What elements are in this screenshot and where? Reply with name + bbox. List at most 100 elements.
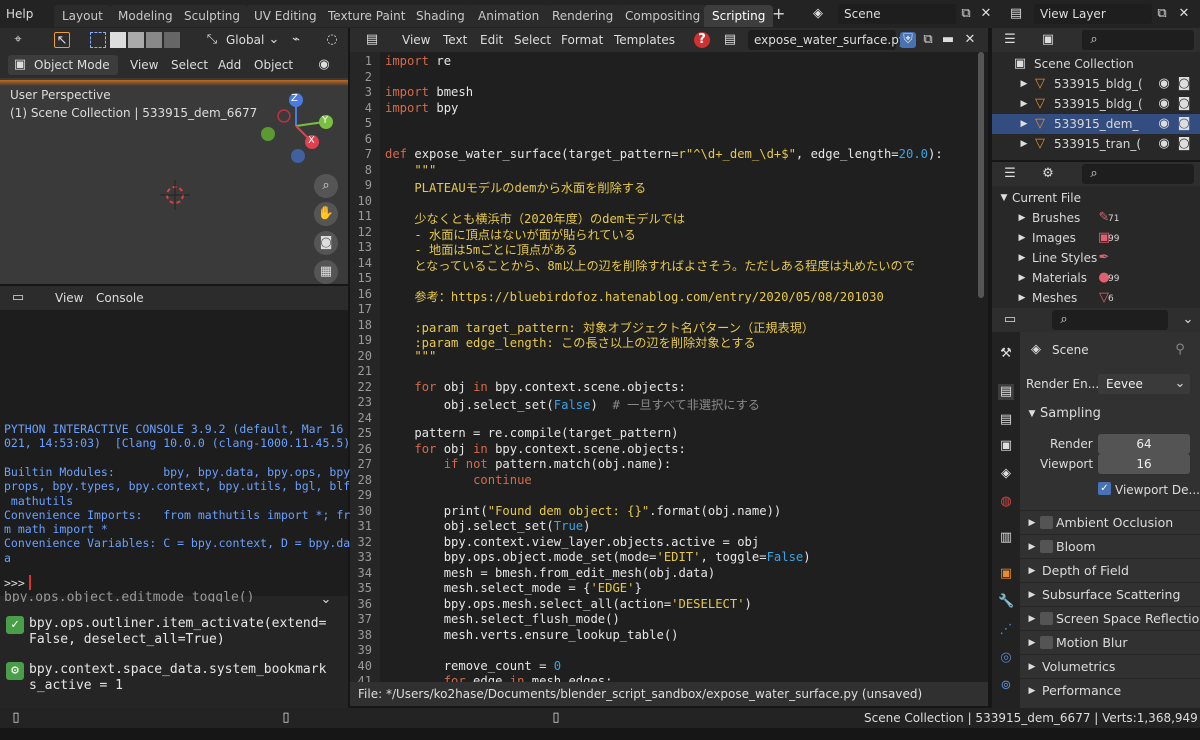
eye-icon[interactable]: ◉ [1156,116,1172,132]
console-menu-view[interactable]: View [55,288,83,308]
tab-compositing[interactable]: Compositing [617,5,709,27]
zoom-icon[interactable]: ⌕ [314,174,338,198]
checkbox-icon[interactable] [1040,612,1053,625]
select-mode-icon[interactable] [146,32,162,48]
editor-scrollbar[interactable] [978,52,984,298]
camera-icon[interactable]: ◙ [1176,116,1192,132]
chevron-down-icon[interactable]: ⌄ [1180,312,1196,328]
tab-scripting[interactable]: Scripting [704,5,774,27]
view-layer-selector[interactable]: View Layer [1034,4,1152,24]
text-datablock-name[interactable]: expose_water_surface.py [748,30,906,50]
outliner-item[interactable]: ▶ ▽ 533915_dem_ ◉ ◙ [992,114,1200,134]
text-datablock-icon[interactable]: ▤ [722,32,738,48]
python-console[interactable]: PYTHON INTERACTIVE CONSOLE 3.9.2 (defaul… [0,310,357,596]
outliner-editor-icon[interactable]: ☰ [1002,166,1018,182]
outliner[interactable]: ▣ Scene Collection ▶ ▽ 533915_bldg_(◉ ◙ ▶ ▽ 53… [992,52,1200,160]
panel-ambient-occlusion[interactable]: ▶ Ambient Occlusion [1020,510,1200,534]
proportional-edit-icon[interactable]: ◌ [324,32,340,48]
editor-menu-templates[interactable]: Templates [614,30,675,50]
info-entry[interactable]: ✓ bpy.ops.outliner.item_activate(extend=… [6,614,344,654]
console-editor-icon[interactable]: ▭ [10,290,26,306]
tab-modeling[interactable]: Modeling [110,5,181,27]
select-tool-icon[interactable]: ↖ [54,32,70,48]
checkbox-checked-icon[interactable]: ✓ [1098,482,1111,495]
world-icon[interactable]: ◍ [998,494,1014,510]
chevron-down-icon[interactable]: ⌄ [318,592,334,608]
properties-editor[interactable]: ▭ ⌕ ⌄ ⚒ ▤ ▤ ▣ ◈ ◍ ▥ ▣ 🔧 ⋰ ◎ ⊚ ◈ Scene ⚲ … [992,308,1200,708]
outliner-item[interactable]: ▶ ▽ 533915_bldg_(◉ ◙ [992,94,1200,114]
sampling-panel-header[interactable]: ▼ Sampling [1020,402,1200,426]
new-scene-icon[interactable]: ⧉ [958,6,974,22]
expand-icon[interactable]: ▶ [1014,210,1030,226]
scene-icon[interactable]: ◈ [810,6,826,22]
panel-subsurface-scattering[interactable]: ▶ Subsurface Scattering [1020,582,1200,606]
transform-orientation[interactable]: Global [226,30,264,50]
menu-view[interactable]: View [130,55,158,75]
display-mode-icon[interactable]: ▣ [1040,32,1056,48]
expand-icon[interactable]: ▶ [1016,96,1032,112]
navigation-gizmo[interactable]: Z Y X [258,90,338,170]
select-mode-icon[interactable] [128,32,144,48]
expand-icon[interactable]: ▼ [996,190,1012,206]
fake-user-icon[interactable]: ⛨ [900,32,916,48]
info-entry[interactable]: ⚙ bpy.context.space_data.system_bookmark… [6,660,344,700]
panel-bloom[interactable]: ▶ Bloom [1020,534,1200,558]
menu-add[interactable]: Add [218,55,241,75]
camera-icon[interactable]: ◙ [1176,136,1192,152]
blendfile-item[interactable]: ▶ Materials ● 99 [992,268,1200,288]
tab-sculpting[interactable]: Sculpting [176,5,249,27]
editor-menu-edit[interactable]: Edit [480,30,503,50]
camera-icon[interactable]: ◙ [1176,96,1192,112]
panel-motion-blur[interactable]: ▶ Motion Blur [1020,630,1200,654]
expand-icon[interactable]: ▶ [1016,136,1032,152]
particles-icon[interactable]: ⋰ [998,622,1014,638]
blendfile-item[interactable]: ▶ Images ▣ 99 [992,228,1200,248]
expand-icon[interactable]: ▶ [1016,76,1032,92]
scene-icon[interactable]: ◈ [998,466,1014,482]
tab-animation[interactable]: Animation [470,5,548,27]
close-icon[interactable]: ✕ [978,6,994,22]
blendfile-item[interactable]: ▶ Meshes ▽ 6 [992,288,1200,308]
expand-icon[interactable]: ▶ [1016,116,1032,132]
warning-icon[interactable]: ? [694,32,710,48]
3d-viewport[interactable]: ⌖ ↖ ⤡ Global ⌄ ⌁ ◌ Object Mode ▣ View Se… [0,28,348,284]
properties-editor-icon[interactable]: ▭ [1002,312,1018,328]
tab-shading[interactable]: Shading [408,5,473,27]
panel-screen-space-reflection[interactable]: ▶ Screen Space Reflection [1020,606,1200,630]
eye-icon[interactable]: ◉ [1156,76,1172,92]
editor-menu-select[interactable]: Select [514,30,551,50]
expand-icon[interactable]: ▶ [1014,270,1030,286]
outliner-editor-icon[interactable]: ☰ [1002,32,1018,48]
editor-menu-text[interactable]: Text [443,30,467,50]
scene-collection-row[interactable]: ▣ Scene Collection [992,54,1200,74]
expand-icon[interactable]: ▶ [1014,230,1030,246]
checkbox-icon[interactable] [1040,636,1053,649]
select-mode-icon[interactable] [110,32,126,48]
tab-texture-paint[interactable]: Texture Paint [320,5,414,27]
blend-file-icon[interactable]: ⚙ [1040,166,1056,182]
eye-icon[interactable]: ◉ [1156,136,1172,152]
select-mode-icon[interactable] [164,32,180,48]
menu-help[interactable]: Help [6,4,33,24]
info-log[interactable]: bpy.ops.object.editmode_toggle() ⌄ ✓ bpy… [0,590,348,708]
code-editor[interactable]: 1 import re 2 3 import bmesh 4 import bpy 5 6 7 de… [350,52,988,682]
expand-icon[interactable]: ▶ [1014,290,1030,306]
outliner-item[interactable]: ▶ ▽ 533915_tran_(◉ ◙ [992,134,1200,154]
blendfile-item[interactable]: ▶ Brushes ✎ 71 [992,208,1200,228]
camera-icon[interactable]: ◙ [1176,76,1192,92]
collection-icon[interactable]: ▥ [998,530,1014,546]
editor-menu-view[interactable]: View [402,30,430,50]
render-samples-field[interactable]: 64 [1098,434,1190,454]
snap-icon[interactable]: ⌁ [288,32,304,48]
editor-menu-format[interactable]: Format [561,30,603,50]
constraints-icon[interactable]: ⊚ [998,678,1014,694]
scene-selector[interactable]: Scene [838,4,956,24]
menu-select[interactable]: Select [171,55,208,75]
blendfile-item[interactable]: ▶ Line Styles ✒ [992,248,1200,268]
new-view-layer-icon[interactable]: ⧉ [1154,6,1170,22]
view-layer-icon[interactable]: ▤ [1008,6,1024,22]
physics-icon[interactable]: ◎ [998,650,1014,666]
pin-icon[interactable]: ⚲ [1172,342,1188,358]
render-icon[interactable]: ▤ [998,384,1014,400]
console-menu-console[interactable]: Console [96,288,144,308]
